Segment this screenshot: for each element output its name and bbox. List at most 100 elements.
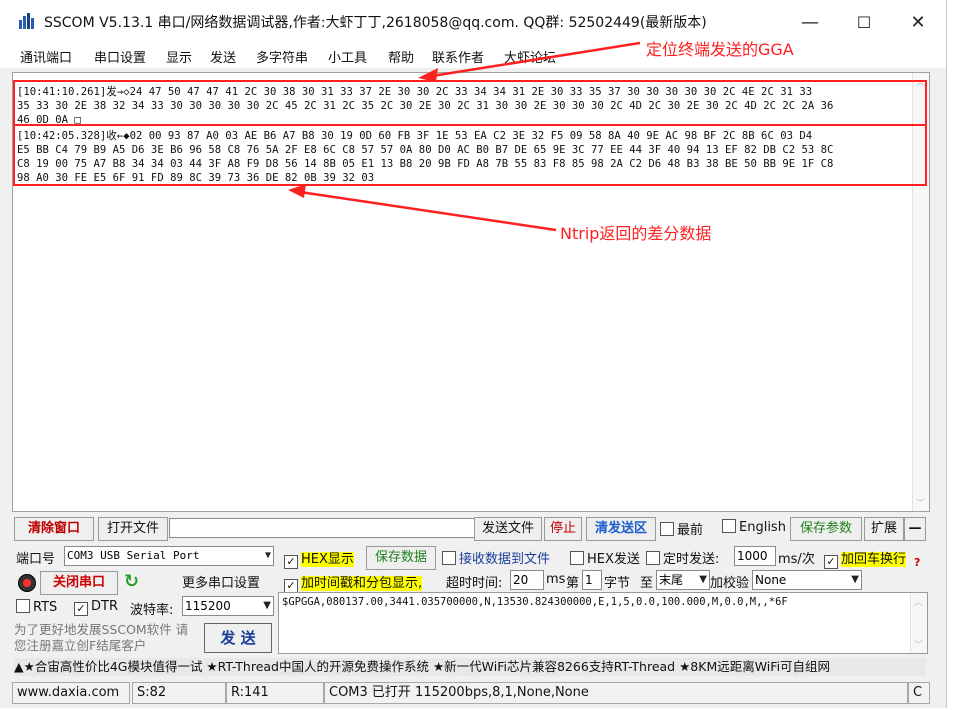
chevron-down-icon: ▼ — [699, 574, 707, 585]
baud-select-value: 115200 — [185, 599, 231, 613]
checkbox-icon — [16, 599, 30, 613]
baud-select[interactable]: 115200 ▼ — [182, 596, 274, 616]
checkbox-icon — [570, 551, 584, 565]
checkmark-icon: ✓ — [824, 555, 838, 569]
minimize-button[interactable]: — — [790, 8, 830, 38]
to-select[interactable]: 末尾 ▼ — [656, 570, 710, 590]
checksum-label: 加校验 — [710, 576, 750, 591]
checkmark-icon: ✓ — [284, 555, 298, 569]
sscom-window: SSCOM V5.13.1 串口/网络数据调试器,作者:大虾丁丁,2618058… — [0, 0, 947, 708]
window-title: SSCOM V5.13.1 串口/网络数据调试器,作者:大虾丁丁,2618058… — [44, 15, 707, 31]
menu-comm-port[interactable]: 通讯端口 — [20, 47, 72, 66]
file-path-input[interactable] — [169, 518, 475, 538]
send-text: $GPGGA,080137.00,3441.035700000,N,13530.… — [282, 596, 788, 608]
clear-send-button[interactable]: 清发送区 — [586, 517, 656, 541]
received-count: R:141 — [226, 682, 324, 704]
dtr-checkbox[interactable]: ✓ DTR — [74, 599, 118, 616]
maximize-button[interactable]: ☐ — [844, 8, 884, 38]
port-status: COM3 已打开 115200bps,8,1,None,None — [324, 682, 908, 704]
menu-help[interactable]: 帮助 — [388, 47, 414, 66]
open-file-button[interactable]: 打开文件 — [98, 517, 168, 541]
hex-display-label: HEX显示 — [301, 552, 354, 567]
menu-tools[interactable]: 小工具 — [328, 47, 367, 66]
website-link[interactable]: www.daxia.com — [12, 682, 130, 704]
scroll-down-arrow-icon[interactable]: ﹀ — [914, 638, 923, 651]
send-button[interactable]: 发 送 — [204, 623, 272, 653]
clear-window-button[interactable]: 清除窗口 — [14, 517, 94, 541]
checkbox-icon — [646, 551, 660, 565]
timeout-input[interactable]: 20 — [510, 570, 544, 590]
scroll-down-arrow-icon[interactable]: ﹀ — [916, 496, 925, 509]
checkbox-icon — [660, 522, 674, 536]
send-textarea[interactable]: $GPGGA,080137.00,3441.035700000,N,13530.… — [278, 592, 928, 654]
toolbar: 清除窗口 打开文件 发送文件 停止 清发送区 最前 English 保存参数 扩… — [12, 517, 928, 541]
port-indicator-icon — [18, 574, 36, 592]
menu-send[interactable]: 发送 — [210, 47, 236, 66]
english-checkbox[interactable]: English — [722, 519, 786, 535]
more-settings-link[interactable]: 更多串口设置 — [182, 572, 260, 591]
menu-serial-settings[interactable]: 串口设置 — [94, 47, 146, 66]
timestamp-label: 加时间戳和分包显示, — [301, 576, 423, 591]
timestamp-checkbox[interactable]: ✓ 加时间戳和分包显示, — [284, 572, 423, 593]
timed-send-checkbox[interactable]: 定时发送: — [646, 548, 719, 567]
port-label: 端口号 — [16, 552, 56, 567]
close-port-button[interactable]: 关闭串口 — [40, 571, 118, 595]
app-icon — [19, 13, 34, 29]
send-scrollbar[interactable]: ︿ ﹀ — [910, 593, 927, 653]
dtr-label: DTR — [91, 599, 118, 614]
send-file-button[interactable]: 发送文件 — [474, 517, 542, 541]
stop-button[interactable]: 停止 — [544, 517, 582, 541]
close-button[interactable]: ✕ — [898, 8, 938, 38]
refresh-icon[interactable]: ↻ — [124, 571, 139, 592]
byte-index-input[interactable]: 1 — [582, 570, 602, 590]
menu-forum[interactable]: 大虾论坛 — [504, 47, 556, 66]
port-select-value: COM3 USB Serial Port — [67, 549, 200, 562]
timeout-label: 超时时间: — [446, 576, 503, 591]
menu-display[interactable]: 显示 — [166, 47, 192, 66]
expand-button[interactable]: 扩展 — [864, 517, 904, 541]
checkmark-icon: ✓ — [284, 579, 298, 593]
save-params-button[interactable]: 保存参数 — [790, 517, 862, 541]
timed-send-label: 定时发送: — [663, 552, 720, 567]
save-data-button[interactable]: 保存数据 — [366, 546, 436, 570]
hex-send-label: HEX发送 — [587, 552, 640, 567]
recv-to-file-checkbox[interactable]: 接收数据到文件 — [442, 548, 550, 567]
add-crlf-label: 加回车换行 — [841, 552, 907, 567]
port-select[interactable]: COM3 USB Serial Port ▼ — [64, 546, 274, 566]
chevron-down-icon: ▼ — [851, 574, 859, 585]
ntrip-highlight-box — [13, 124, 927, 186]
recv-to-file-label: 接收数据到文件 — [459, 552, 551, 567]
menu-multi-string[interactable]: 多字符串 — [256, 47, 308, 66]
add-crlf-checkbox[interactable]: ✓ 加回车换行 — [824, 548, 907, 569]
checksum-select[interactable]: None ▼ — [752, 570, 862, 590]
menu-contact-author[interactable]: 联系作者 — [432, 47, 484, 66]
gga-highlight-box — [13, 80, 927, 126]
english-label: English — [739, 520, 786, 535]
status-tail: C — [908, 682, 930, 704]
checkbox-icon — [722, 519, 736, 533]
byte-prefix: 第 — [566, 576, 580, 591]
hex-display-checkbox[interactable]: ✓ HEX显示 — [284, 548, 354, 569]
to-select-value: 末尾 — [659, 573, 684, 587]
status-bar: www.daxia.com S:82 R:141 COM3 已打开 115200… — [12, 682, 930, 704]
timeout-unit: ms — [546, 572, 566, 587]
gga-annotation-label: 定位终端发送的GGA — [646, 40, 794, 59]
byte-suffix: 字节 — [604, 576, 631, 591]
chevron-down-icon: ▼ — [264, 550, 271, 561]
ad-ticker[interactable]: ▲★合宙高性价比4G模块值得一试 ★RT-Thread中国人的开源免费操作系统 … — [14, 658, 926, 676]
rts-checkbox[interactable]: RTS — [16, 599, 57, 615]
interval-input[interactable]: 1000 — [734, 546, 776, 566]
sent-count: S:82 — [132, 682, 226, 704]
checkmark-icon: ✓ — [74, 602, 88, 616]
topmost-checkbox[interactable]: 最前 — [660, 519, 703, 538]
topmost-label: 最前 — [677, 523, 704, 538]
scroll-up-arrow-icon[interactable]: ︿ — [914, 595, 923, 608]
chevron-down-icon: ▼ — [263, 600, 271, 611]
hex-send-checkbox[interactable]: HEX发送 — [570, 548, 640, 567]
collapse-button[interactable]: — — [904, 517, 926, 541]
to-label: 至 — [640, 576, 654, 591]
baud-label: 波特率: — [130, 603, 174, 618]
checksum-select-value: None — [755, 573, 787, 587]
rts-label: RTS — [33, 600, 58, 615]
help-question-icon[interactable]: ? — [914, 556, 920, 569]
